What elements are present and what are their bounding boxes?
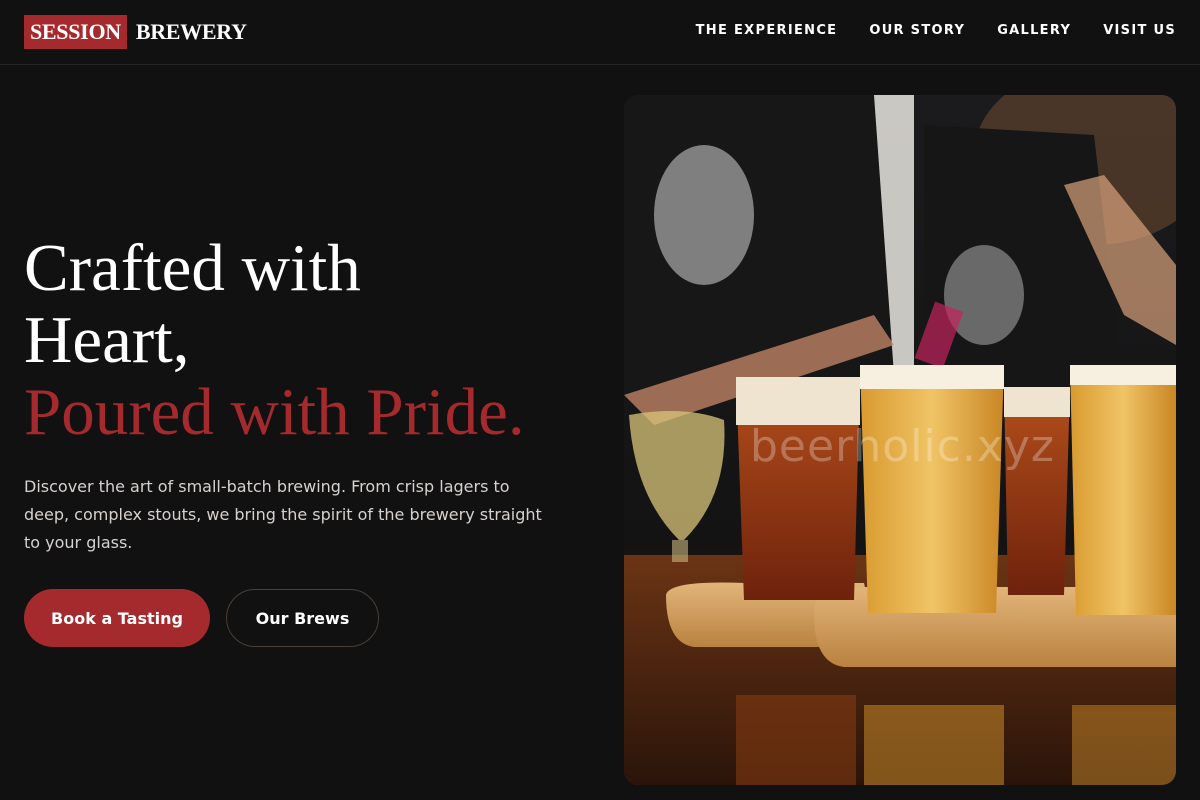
brand-logo[interactable]: SESSION BREWERY <box>24 15 247 49</box>
brand-logo-box: SESSION <box>24 15 127 49</box>
our-brews-button[interactable]: Our Brews <box>226 589 379 647</box>
hero-title-line1: Crafted with <box>24 231 361 305</box>
hero-photo: beerholic.xyz <box>624 95 1176 785</box>
nav-item-experience[interactable]: THE EXPERIENCE <box>696 22 838 40</box>
nav-item-gallery[interactable]: GALLERY <box>997 22 1071 40</box>
hero-description: Discover the art of small-batch brewing.… <box>24 477 542 552</box>
hero-title: Crafted with Heart, Poured with Pride. <box>24 232 604 448</box>
book-tasting-button[interactable]: Book a Tasting <box>24 589 210 647</box>
brand-logo-text: BREWERY <box>135 19 247 44</box>
nav-item-our-story[interactable]: OUR STORY <box>869 22 965 40</box>
main-nav: THE EXPERIENCE OUR STORY GALLERY VISIT U… <box>696 22 1176 40</box>
hero-title-accent: Poured with Pride. <box>24 375 525 449</box>
site-header: SESSION BREWERY THE EXPERIENCE OUR STORY… <box>0 0 1200 65</box>
hero-title-line2: Heart, <box>24 303 190 377</box>
nav-item-visit-us[interactable]: VISIT US <box>1103 22 1176 40</box>
beer-flight-illustration <box>624 95 1176 785</box>
